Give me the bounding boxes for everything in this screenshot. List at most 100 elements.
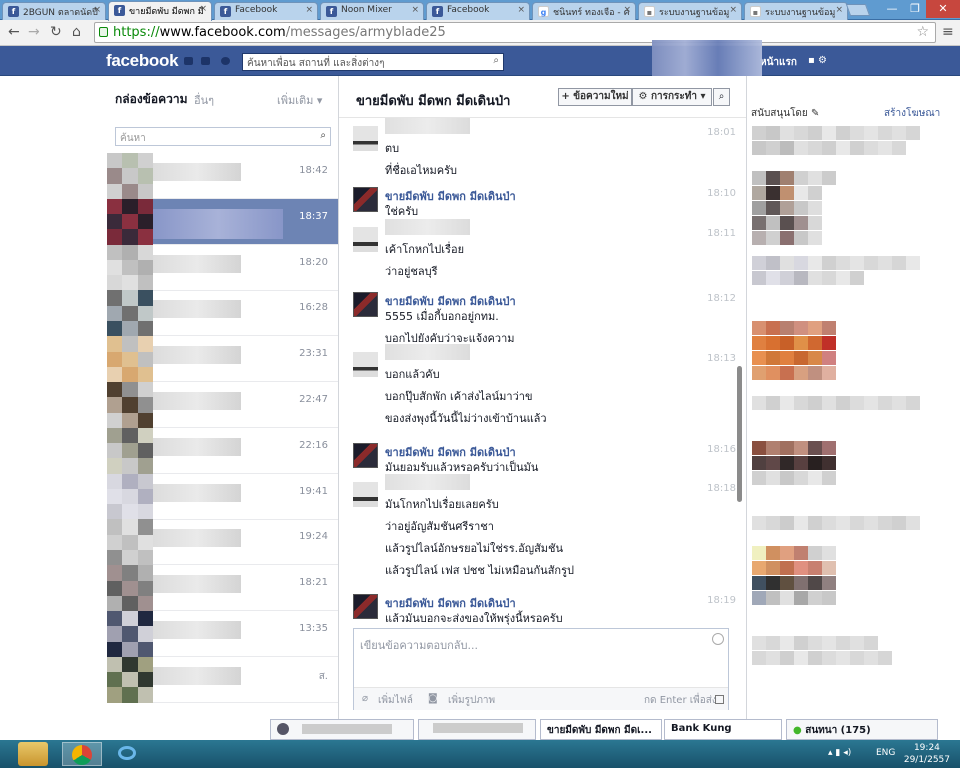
file-explorer-icon[interactable] (18, 742, 48, 766)
message-scrollbar[interactable] (737, 366, 742, 502)
settings-icon[interactable]: ▪ ⚙ (808, 55, 827, 66)
avatar-pixel (107, 626, 123, 642)
chat-tab-pixelated[interactable] (270, 719, 414, 740)
thread-item[interactable]: 16:28 (107, 290, 338, 337)
paperclip-icon[interactable]: ⌀ (362, 693, 368, 704)
ad-pixel (864, 636, 878, 650)
restore-icon[interactable]: ❐ (904, 0, 926, 18)
thread-item[interactable]: 22:16 (107, 427, 338, 474)
user-avatar-pixelated[interactable] (353, 227, 378, 252)
messages-icon[interactable] (201, 57, 210, 65)
bookmark-star-icon[interactable]: ☆ (916, 23, 929, 42)
other-folder-link[interactable]: อื่นๆ (194, 91, 214, 109)
reply-composer[interactable]: เขียนข้อความตอบกลับ... ⌀ เพิ่มไฟล์ ◙ เพิ… (353, 628, 729, 710)
inbox-title[interactable]: กล่องข้อความ (115, 90, 188, 109)
thread-search-input[interactable]: ค้นหา ⌕ (115, 127, 331, 146)
close-tab-icon[interactable]: × (623, 5, 631, 15)
thread-item[interactable]: 13:35 (107, 611, 338, 657)
ie-icon[interactable] (112, 742, 142, 766)
friend-requests-icon[interactable] (184, 57, 193, 65)
ad-pixel-row (752, 271, 864, 285)
close-tab-icon[interactable]: × (835, 5, 843, 15)
forward-arrow-icon[interactable]: → (28, 24, 40, 40)
thread-item[interactable]: 22:47 (107, 382, 338, 428)
actions-dropdown[interactable]: ⚙ การกระทำ ▾ (632, 88, 712, 106)
thread-item[interactable]: 23:31 (107, 336, 338, 383)
new-tab-button[interactable] (845, 4, 871, 16)
thread-item[interactable]: 19:24 (107, 519, 338, 566)
avatar-pixel (137, 672, 153, 688)
create-ad-link[interactable]: สร้างโฆษณา (884, 106, 940, 121)
add-files-button[interactable]: เพิ่มไฟล์ (378, 693, 413, 708)
browser-tab[interactable]: f Facebook × (214, 2, 318, 20)
close-tab-icon[interactable]: × (305, 5, 313, 15)
close-tab-icon[interactable]: × (729, 5, 737, 15)
close-tab-icon[interactable]: × (199, 4, 207, 14)
home-icon[interactable]: ⌂ (72, 24, 81, 40)
browser-tab[interactable]: g ชนินทร์ ทองเจือ - ค × (532, 2, 636, 20)
facebook-search-input[interactable]: ค้นหาเพื่อน สถานที่ และสิ่งต่างๆ ⌕ (242, 53, 504, 71)
ad-pixel (836, 271, 850, 285)
close-tab-icon[interactable]: × (411, 5, 419, 15)
message-text: ว่าอยู่อัญสัมชันศรีราชา (385, 520, 494, 533)
new-message-button[interactable]: + ข้อความใหม่ (558, 88, 632, 106)
avatar-pixel (122, 534, 138, 551)
browser-tab[interactable]: f Facebook × (426, 2, 530, 20)
avatar (107, 290, 153, 337)
minimize-icon[interactable]: — (880, 0, 904, 18)
page-avatar[interactable] (353, 292, 378, 317)
search-icon[interactable]: ⌕ (320, 130, 326, 141)
avatar-pixel (122, 626, 138, 642)
avatar-pixel (107, 183, 123, 199)
edit-pencil-icon[interactable]: ✎ (811, 108, 819, 119)
ad-pixel (766, 336, 780, 350)
emoticon-icon[interactable] (712, 633, 724, 645)
chat-tab-pixelated[interactable] (418, 719, 536, 740)
close-tab-icon[interactable]: × (93, 5, 101, 15)
address-bar[interactable]: https://www.facebook.com/messages/armybl… (94, 22, 936, 43)
browser-tab[interactable]: f 2BGUN ตลาดนัดปื × (2, 2, 106, 20)
ad-pixel (766, 271, 780, 285)
ad-pixel-row (752, 456, 836, 470)
reload-icon[interactable]: ↻ (50, 24, 62, 40)
close-tab-icon[interactable]: × (517, 5, 525, 15)
ad-pixel (752, 651, 766, 665)
home-link[interactable]: หน้าแรก (760, 55, 797, 70)
thread-item[interactable]: 19:41 (107, 473, 338, 520)
thread-item[interactable]: 18:20 (107, 244, 338, 291)
browser-tab[interactable]: ▪ ระบบงานฐานข้อมู × (638, 2, 742, 20)
tray-icons[interactable]: ▴ ▮ ◂) (828, 748, 851, 758)
chat-tab-bank-kung[interactable]: Bank Kung (664, 719, 782, 740)
enter-to-send-checkbox[interactable] (715, 695, 724, 704)
browser-tab[interactable]: f Noon Mixer × (320, 2, 424, 20)
add-photos-button[interactable]: เพิ่มรูปภาพ (448, 693, 495, 708)
thread-item[interactable]: 18:42 (107, 153, 338, 199)
browser-tab[interactable]: ▪ ระบบงานฐานข้อมู × (744, 2, 848, 20)
thread-item[interactable]: 18:21 (107, 565, 338, 612)
menu-icon[interactable]: ≡ (942, 24, 954, 40)
browser-tab-active[interactable]: f ขายมีดพับ มีดพก มี × (108, 1, 212, 21)
notifications-icon[interactable] (221, 57, 230, 65)
user-avatar-pixelated[interactable] (353, 126, 378, 151)
page-avatar[interactable] (353, 443, 378, 468)
thread-item[interactable]: 18:37 (107, 198, 338, 245)
facebook-logo[interactable]: facebook (106, 51, 179, 71)
back-arrow-icon[interactable]: ← (8, 24, 20, 40)
language-indicator[interactable]: ENG (876, 748, 895, 758)
more-dropdown[interactable]: เพิ่มเติม ▾ (277, 91, 322, 109)
conversation-search-icon[interactable]: ⌕ (713, 88, 730, 106)
user-avatar-pixelated[interactable] (353, 482, 378, 507)
clock[interactable]: 19:24 29/1/2557 (904, 742, 950, 766)
page-avatar[interactable] (353, 594, 378, 619)
chrome-taskbar-button[interactable] (62, 742, 102, 766)
thread-item[interactable]: ส. (107, 656, 338, 703)
user-avatar-pixelated[interactable] (353, 352, 378, 377)
close-window-icon[interactable]: ✕ (926, 0, 960, 18)
camera-icon[interactable]: ◙ (428, 693, 438, 704)
page-avatar[interactable] (353, 187, 378, 212)
search-icon[interactable]: ⌕ (493, 55, 499, 66)
ad-pixel (864, 141, 878, 155)
chat-sidebar-toggle[interactable]: ● สนทนา (175) (786, 719, 938, 740)
chat-tab-knife-page[interactable]: ขายมีดพับ มีดพก มีดเ... (540, 719, 662, 740)
ad-pixel (808, 351, 822, 365)
